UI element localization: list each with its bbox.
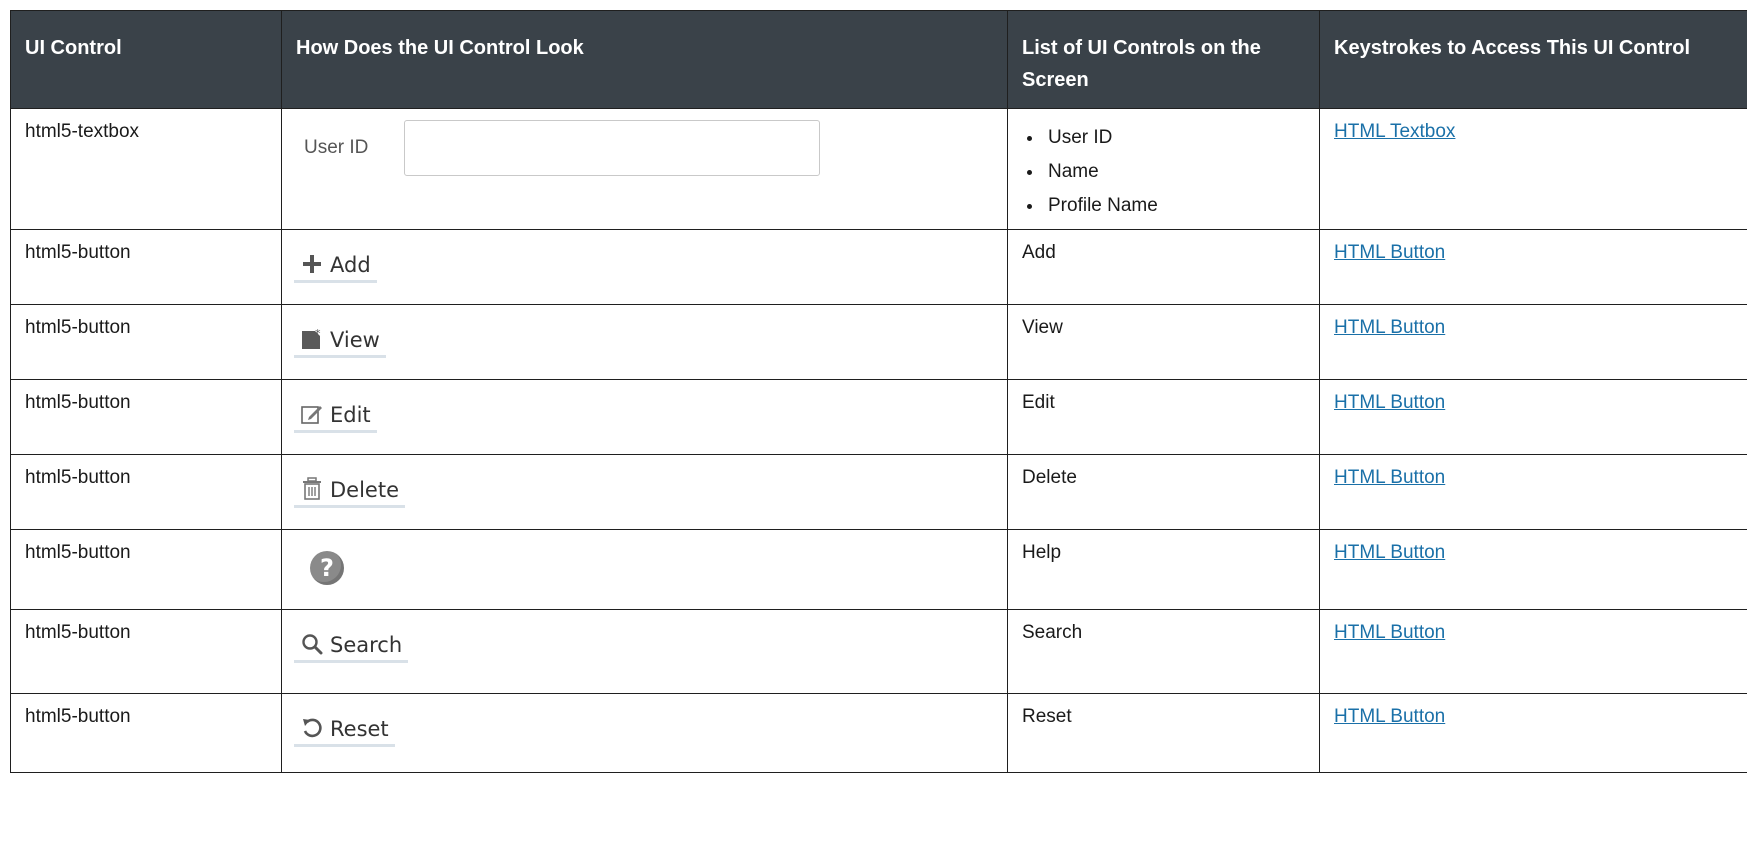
keystroke-link[interactable]: HTML Button xyxy=(1334,392,1445,413)
keystroke-link[interactable]: HTML Button xyxy=(1334,317,1445,338)
cell-controls-list: Add xyxy=(1007,229,1320,305)
plus-icon xyxy=(300,251,324,277)
header-keystrokes: Keystrokes to Access This UI Control xyxy=(1319,10,1747,109)
list-item: Name xyxy=(1044,155,1305,189)
cell-control-look: Delete xyxy=(281,454,1008,530)
table-row: html5-button ? Help HTML Button xyxy=(10,529,1747,610)
cell-keystroke: HTML Button xyxy=(1319,609,1747,694)
cell-control-type: html5-button xyxy=(10,229,282,305)
reset-button-label: Reset xyxy=(330,717,389,741)
header-control-look: How Does the UI Control Look xyxy=(281,10,1008,109)
cell-control-type: html5-button xyxy=(10,609,282,694)
keystroke-link[interactable]: HTML Button xyxy=(1334,542,1445,563)
cell-controls-list: View xyxy=(1007,304,1320,380)
delete-button-label: Delete xyxy=(330,478,399,502)
keystroke-link[interactable]: HTML Button xyxy=(1334,467,1445,488)
table-row: html5-button Edit Edit HTML Button xyxy=(10,379,1747,455)
list-item: Profile Name xyxy=(1044,189,1305,223)
table-row: html5-button Reset Reset HTML Button xyxy=(10,693,1747,773)
cell-keystroke: HTML Button xyxy=(1319,379,1747,455)
add-button-label: Add xyxy=(330,253,371,277)
edit-button-sample[interactable]: Edit xyxy=(294,395,377,433)
table-row: html5-button * View View HTML Button xyxy=(10,304,1747,380)
edit-button-label: Edit xyxy=(330,403,371,427)
cell-keystroke: HTML Button xyxy=(1319,693,1747,773)
ui-controls-table-wrapper: UI Control How Does the UI Control Look … xyxy=(10,10,1747,773)
cell-controls-list: Reset xyxy=(1007,693,1320,773)
svg-text:*: * xyxy=(315,327,321,340)
delete-button-sample[interactable]: Delete xyxy=(294,470,405,508)
table-row: html5-textbox User ID User ID Name Profi… xyxy=(10,108,1747,230)
cell-control-type: html5-button xyxy=(10,693,282,773)
cell-control-type: html5-button xyxy=(10,304,282,380)
cell-control-look: User ID xyxy=(281,108,1008,230)
controls-bullet-list: User ID Name Profile Name xyxy=(1022,121,1305,223)
cell-control-look: * View xyxy=(281,304,1008,380)
search-button-label: Search xyxy=(330,633,403,657)
cell-controls-list: Search xyxy=(1007,609,1320,694)
search-button-sample[interactable]: Search xyxy=(294,625,409,663)
textbox-sample: User ID xyxy=(294,120,995,176)
cell-control-look: Search xyxy=(281,609,1008,694)
add-button-sample[interactable]: Add xyxy=(294,245,377,283)
cell-keystroke: HTML Button xyxy=(1319,529,1747,610)
cell-keystroke: HTML Textbox xyxy=(1319,108,1747,230)
help-icon[interactable]: ? xyxy=(310,551,344,585)
cell-control-look: Add xyxy=(281,229,1008,305)
cell-control-look: Edit xyxy=(281,379,1008,455)
cell-control-look: ? xyxy=(281,529,1008,610)
table-row: html5-button Delete Delete HTML Button xyxy=(10,454,1747,530)
keystroke-link[interactable]: HTML Button xyxy=(1334,242,1445,263)
header-ui-control: UI Control xyxy=(10,10,282,109)
table-row: html5-button Search Search HTML Button xyxy=(10,609,1747,694)
keystroke-link[interactable]: HTML Button xyxy=(1334,706,1445,727)
reset-button-sample[interactable]: Reset xyxy=(294,709,395,747)
view-button-label: View xyxy=(330,328,380,352)
view-icon: * xyxy=(300,326,324,352)
reset-icon xyxy=(300,715,324,741)
textbox-sample-field[interactable] xyxy=(404,120,820,176)
textbox-sample-label: User ID xyxy=(304,137,369,158)
cell-control-type: html5-textbox xyxy=(10,108,282,230)
search-icon xyxy=(300,631,324,657)
view-button-sample[interactable]: * View xyxy=(294,320,386,358)
cell-controls-list: User ID Name Profile Name xyxy=(1007,108,1320,230)
cell-keystroke: HTML Button xyxy=(1319,304,1747,380)
cell-keystroke: HTML Button xyxy=(1319,454,1747,530)
table-header-row: UI Control How Does the UI Control Look … xyxy=(10,10,1747,109)
list-item: User ID xyxy=(1044,121,1305,155)
cell-control-look: Reset xyxy=(281,693,1008,773)
cell-controls-list: Edit xyxy=(1007,379,1320,455)
header-controls-list: List of UI Controls on the Screen xyxy=(1007,10,1320,109)
cell-controls-list: Help xyxy=(1007,529,1320,610)
table-row: html5-button Add Add HTML Button xyxy=(10,229,1747,305)
keystroke-link[interactable]: HTML Button xyxy=(1334,622,1445,643)
edit-icon xyxy=(300,401,324,427)
keystroke-link[interactable]: HTML Textbox xyxy=(1334,121,1455,142)
cell-control-type: html5-button xyxy=(10,529,282,610)
cell-control-type: html5-button xyxy=(10,454,282,530)
ui-controls-table: UI Control How Does the UI Control Look … xyxy=(10,10,1747,773)
cell-control-type: html5-button xyxy=(10,379,282,455)
cell-controls-list: Delete xyxy=(1007,454,1320,530)
cell-keystroke: HTML Button xyxy=(1319,229,1747,305)
trash-icon xyxy=(300,476,324,502)
